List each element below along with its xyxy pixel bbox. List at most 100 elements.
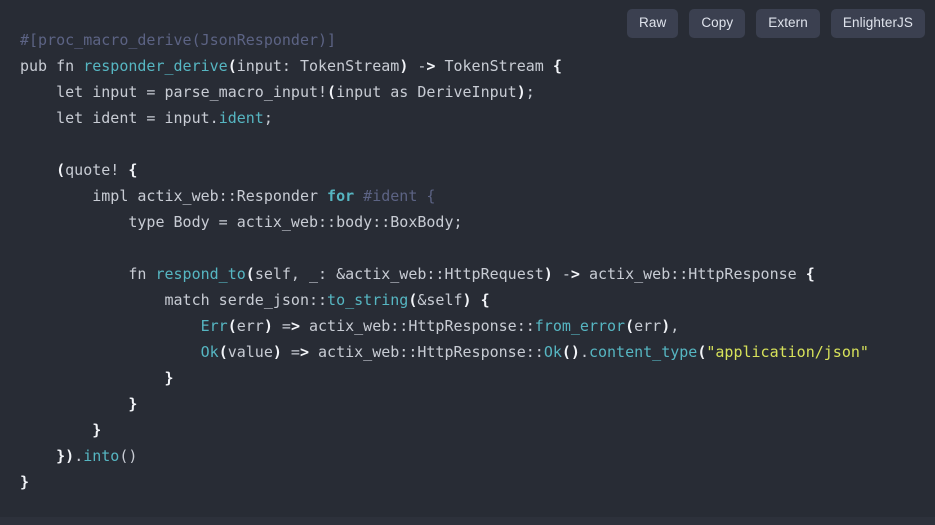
code-token: fn xyxy=(20,265,156,283)
code-token: { xyxy=(480,291,490,309)
code-token: ) xyxy=(399,57,409,75)
code-token: ( xyxy=(227,57,237,75)
code-token: type Body = actix_web::body::BoxBody; xyxy=(20,213,463,231)
code-line: impl actix_web::Responder for #ident { xyxy=(20,183,935,209)
code-line: (quote! { xyxy=(20,157,935,183)
code-token: actix_web::HttpResponse xyxy=(579,265,806,283)
code-token: ) xyxy=(543,265,553,283)
code-line: match serde_json::to_string(&self) { xyxy=(20,287,935,313)
code-token: } xyxy=(164,369,174,387)
code-token: ( xyxy=(56,161,66,179)
code-token: Ok xyxy=(543,343,562,361)
code-token: ( xyxy=(327,83,337,101)
code-line: } xyxy=(20,365,935,391)
code-line: pub fn responder_derive(input: TokenStre… xyxy=(20,53,935,79)
code-token: ; xyxy=(263,109,273,127)
code-token: ) xyxy=(272,343,282,361)
code-token: respond_to xyxy=(155,265,246,283)
code-token: ; xyxy=(525,83,535,101)
code-token: . xyxy=(579,343,589,361)
code-token: Err xyxy=(200,317,228,335)
code-toolbar: Raw Copy Extern EnlighterJS xyxy=(627,9,925,38)
code-token: - xyxy=(552,265,571,283)
code-token: to_string xyxy=(327,291,409,309)
code-token: input as DeriveInput xyxy=(336,83,517,101)
code-token: ( xyxy=(218,343,228,361)
code-token: &self xyxy=(417,291,463,309)
code-line: fn respond_to(self, _: &actix_web::HttpR… xyxy=(20,261,935,287)
code-token: ( xyxy=(408,291,418,309)
code-token: }) xyxy=(56,447,75,465)
code-line: type Body = actix_web::body::BoxBody; xyxy=(20,209,935,235)
extern-button[interactable]: Extern xyxy=(756,9,820,38)
code-token: ) xyxy=(462,291,472,309)
code-token: impl actix_web::Responder xyxy=(20,187,328,205)
code-token: } xyxy=(20,473,30,491)
code-token: value xyxy=(227,343,273,361)
code-token: ) xyxy=(516,83,526,101)
code-token: actix_web::HttpResponse:: xyxy=(309,343,544,361)
code-token: #[proc_macro_derive(JsonResponder)] xyxy=(20,31,337,49)
code-line: } xyxy=(20,469,935,495)
code-token: match serde_json:: xyxy=(20,291,328,309)
code-line: Ok(value) => actix_web::HttpResponse::Ok… xyxy=(20,339,935,365)
code-token: ) xyxy=(263,317,273,335)
code-token: pub fn xyxy=(20,57,84,75)
code-token: for xyxy=(327,187,355,205)
code-token: ident xyxy=(218,109,264,127)
code-token: into xyxy=(83,447,120,465)
code-line: }).into() xyxy=(20,443,935,469)
code-token: content_type xyxy=(588,343,698,361)
code-token: = xyxy=(281,343,300,361)
code-token: { xyxy=(805,265,815,283)
code-token: } xyxy=(128,395,138,413)
code-token: input: TokenStream xyxy=(236,57,400,75)
code-token: "application/json" xyxy=(706,343,869,361)
bottom-edge-strip xyxy=(0,517,935,525)
code-token: > xyxy=(570,265,580,283)
code-block-container: Raw Copy Extern EnlighterJS #[proc_macro_de… xyxy=(0,0,935,525)
code-token: , xyxy=(670,317,680,335)
code-token: () xyxy=(119,447,138,465)
code-token: ) xyxy=(661,317,671,335)
code-token: #ident { xyxy=(363,187,436,205)
code-token: > xyxy=(299,343,309,361)
code-token: ( xyxy=(625,317,635,335)
code-line: let input = parse_macro_input!(input as … xyxy=(20,79,935,105)
code-token: . xyxy=(74,447,84,465)
code-line: Err(err) => actix_web::HttpResponse::fro… xyxy=(20,313,935,339)
code-token: { xyxy=(552,57,562,75)
code-content[interactable]: #[proc_macro_derive(JsonResponder)]pub f… xyxy=(20,27,935,495)
code-token: Ok xyxy=(200,343,219,361)
raw-button[interactable]: Raw xyxy=(627,9,679,38)
code-token: > xyxy=(290,317,300,335)
copy-button[interactable]: Copy xyxy=(689,9,746,38)
code-token: quote! xyxy=(65,161,129,179)
code-token: from_error xyxy=(534,317,626,335)
code-token: let input = parse_macro_input! xyxy=(20,83,328,101)
code-line: } xyxy=(20,391,935,417)
enlighterjs-button[interactable]: EnlighterJS xyxy=(830,9,925,38)
code-token: err xyxy=(236,317,264,335)
code-token: () xyxy=(561,343,580,361)
code-token: ( xyxy=(227,317,237,335)
code-token: TokenStream xyxy=(435,57,553,75)
code-token: err xyxy=(634,317,662,335)
code-token: responder_derive xyxy=(83,57,228,75)
code-token: actix_web::HttpResponse:: xyxy=(299,317,535,335)
code-token: } xyxy=(92,421,102,439)
code-token: = xyxy=(272,317,291,335)
code-line: let ident = input.ident; xyxy=(20,105,935,131)
code-token: self, _: &actix_web::HttpRequest xyxy=(254,265,544,283)
code-token: ( xyxy=(245,265,255,283)
